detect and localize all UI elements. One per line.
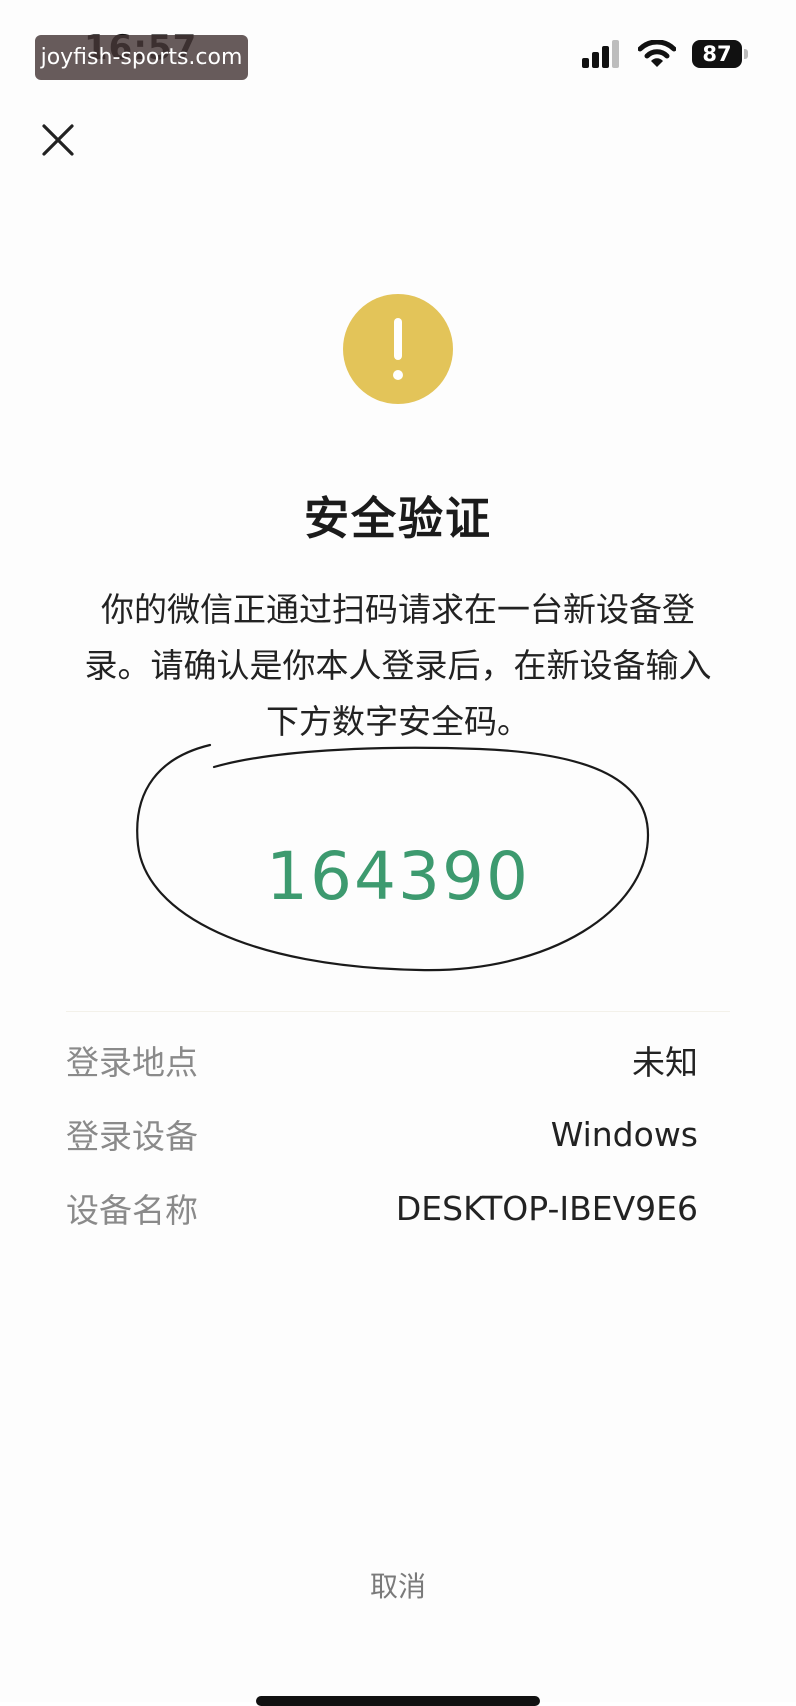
close-button[interactable] bbox=[38, 120, 78, 160]
detail-label: 设备名称 bbox=[66, 1191, 198, 1230]
exclamation-icon bbox=[343, 294, 453, 404]
battery-tip bbox=[744, 49, 748, 59]
exclamation-dot bbox=[393, 370, 403, 380]
cellular-signal-icon bbox=[582, 40, 619, 68]
detail-label: 登录地点 bbox=[66, 1043, 198, 1082]
detail-value: DESKTOP-IBEV9E6 bbox=[395, 1188, 698, 1228]
battery-icon: 87 bbox=[692, 40, 748, 68]
detail-row-device-name: 设备名称 DESKTOP-IBEV9E6 bbox=[66, 1183, 698, 1233]
close-icon bbox=[42, 124, 74, 156]
detail-row-device: 登录设备 Windows bbox=[66, 1109, 698, 1159]
detail-label: 登录设备 bbox=[66, 1117, 198, 1156]
security-code: 164390 bbox=[266, 838, 530, 915]
cancel-button[interactable]: 取消 bbox=[348, 1564, 448, 1610]
detail-value: Windows bbox=[550, 1114, 698, 1154]
security-verification-screen: 16:57 joyfish-sports.com 87 安全验证 你的微信正通过… bbox=[0, 0, 796, 1706]
detail-row-location: 登录地点 未知 bbox=[66, 1035, 698, 1085]
home-indicator bbox=[256, 1696, 540, 1706]
page-title: 安全验证 bbox=[303, 492, 492, 545]
wifi-icon bbox=[638, 40, 676, 67]
detail-value: 未知 bbox=[632, 1043, 698, 1082]
battery-level: 87 bbox=[702, 42, 732, 66]
divider bbox=[66, 1011, 730, 1012]
watermark: joyfish-sports.com bbox=[35, 35, 248, 80]
exclamation-bar bbox=[394, 318, 402, 360]
description-text: 你的微信正通过扫码请求在一台新设备登录。请确认是你本人登录后，在新设备输入下方数… bbox=[84, 590, 712, 741]
status-icons: 87 bbox=[582, 38, 748, 70]
